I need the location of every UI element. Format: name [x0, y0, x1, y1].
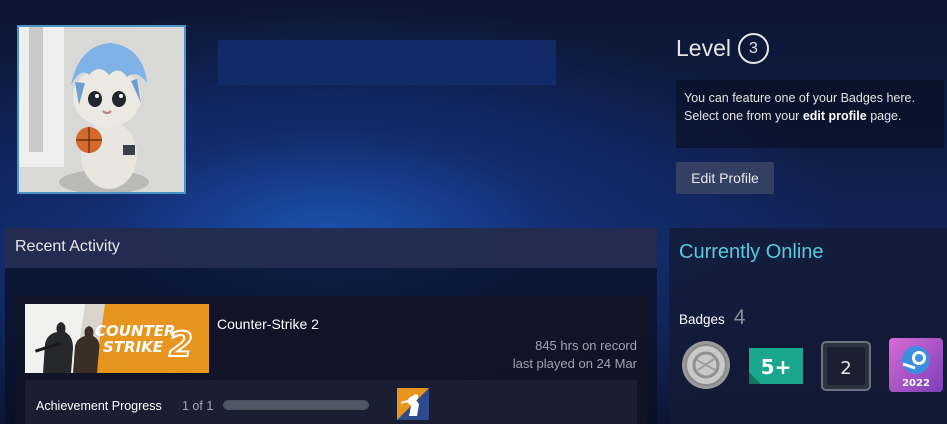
game-hours-on-record: 845 hrs on record: [535, 338, 637, 353]
capsule-title-line2: STRIKE: [103, 338, 164, 356]
edit-profile-link[interactable]: edit profile: [803, 109, 867, 123]
badge-2022-text: 2022: [902, 378, 930, 389]
coin-badge-icon[interactable]: [681, 340, 731, 395]
game-capsule-image[interactable]: COUNTER STRIKE 2: [25, 304, 209, 373]
feature-text-line2: Select one from your edit profile page.: [684, 107, 936, 125]
level-badge[interactable]: 3: [737, 33, 769, 64]
profile-avatar: [17, 25, 186, 194]
badges-heading[interactable]: Badges 4: [679, 306, 745, 330]
game-card: COUNTER STRIKE 2 Counter-Strike 2 845 hr…: [15, 296, 647, 424]
online-status: Currently Online: [679, 241, 824, 263]
achievement-progress-label: Achievement Progress: [36, 399, 162, 413]
achievement-progress-fill: [224, 401, 368, 409]
badges-label: Badges: [679, 312, 725, 327]
featured-badge-placeholder: You can feature one of your Badges here.…: [676, 80, 944, 148]
five-plus-badge-icon[interactable]: 5+: [749, 348, 803, 389]
five-plus-text: 5+: [761, 355, 792, 379]
feature-text-post: page.: [866, 109, 902, 123]
badges-count: 4: [733, 306, 746, 329]
capsule-number: 2: [169, 325, 193, 365]
recent-activity-section: Recent Activity COUNTER STRIKE 2 Counter…: [5, 228, 657, 424]
game-last-played: last played on 24 Mar: [512, 356, 637, 371]
achievement-progress-bar: [223, 400, 369, 410]
achievement-count: 1 of 1: [182, 399, 214, 413]
achievement-progress-row: Achievement Progress 1 of 1: [25, 380, 637, 424]
edit-profile-button[interactable]: Edit Profile: [676, 162, 774, 194]
recent-activity-header: Recent Activity: [5, 228, 657, 268]
profile-name-area: [218, 40, 556, 85]
years-badge-icon[interactable]: 2: [821, 341, 871, 396]
achievement-icon[interactable]: [397, 388, 429, 420]
steam-2022-badge-icon[interactable]: 2022: [889, 338, 943, 397]
profile-level: Level 3: [676, 33, 769, 64]
profile-sidebar: Currently Online Badges 4 5+ 2 2022: [669, 228, 947, 424]
feature-text-pre: Select one from your: [684, 109, 803, 123]
level-label: Level: [676, 35, 731, 61]
feature-text-line1: You can feature one of your Badges here.: [684, 91, 915, 105]
level-value: 3: [749, 39, 758, 57]
game-name-link[interactable]: Counter-Strike 2: [217, 316, 319, 332]
years-text: 2: [840, 358, 851, 379]
